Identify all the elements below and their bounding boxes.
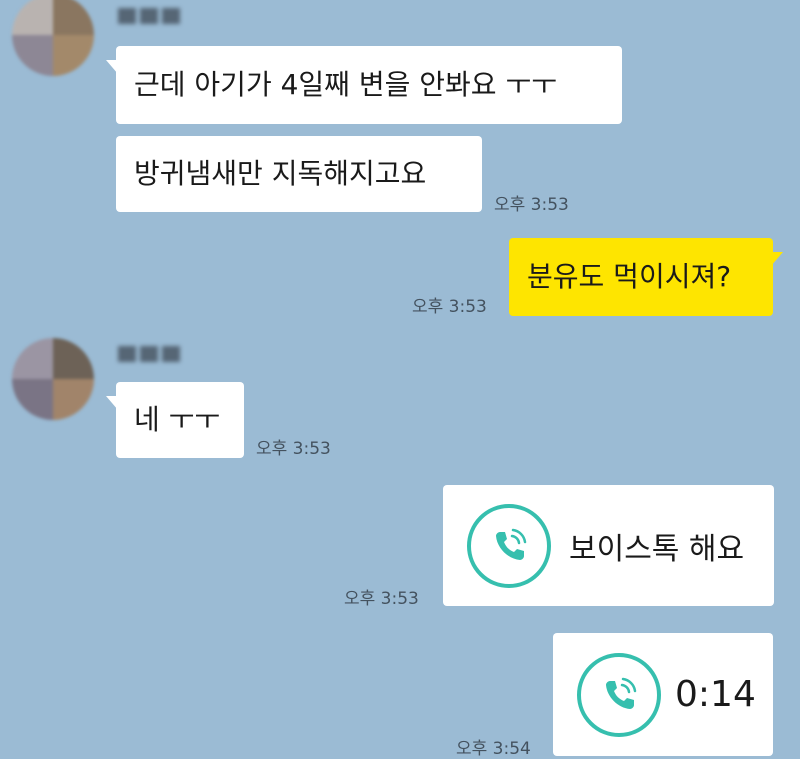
message-time: 오후 3:53 xyxy=(412,297,487,317)
incoming-message[interactable]: 네 ㅜㅜ xyxy=(106,382,244,458)
phone-call-icon xyxy=(577,652,661,737)
message-time: 오후 3:53 xyxy=(494,195,569,215)
sender-avatar[interactable] xyxy=(12,338,94,420)
sender-avatar[interactable] xyxy=(12,0,94,76)
sender-name xyxy=(118,8,180,26)
sender-name xyxy=(118,346,180,364)
call-duration-message[interactable]: 0:14 xyxy=(553,633,773,756)
incoming-message[interactable]: 방귀냄새만 지독해지고요 xyxy=(116,136,482,212)
incoming-message[interactable]: 근데 아기가 4일째 변을 안봐요 ㅜㅜ xyxy=(106,46,622,124)
message-text: 근데 아기가 4일째 변을 안봐요 ㅜㅜ xyxy=(134,68,557,101)
voice-call-label: 보이스톡 해요 xyxy=(569,531,745,567)
message-time: 오후 3:53 xyxy=(256,439,331,459)
message-time: 오후 3:54 xyxy=(456,739,531,759)
message-time: 오후 3:53 xyxy=(344,589,419,609)
message-text: 네 ㅜㅜ xyxy=(134,403,221,436)
voice-call-message[interactable]: 보이스톡 해요 xyxy=(443,485,774,606)
outgoing-message[interactable]: 분유도 먹이시져? xyxy=(509,238,783,316)
call-duration: 0:14 xyxy=(675,674,756,715)
message-text: 방귀냄새만 지독해지고요 xyxy=(134,157,427,190)
phone-call-icon xyxy=(467,503,551,588)
message-text: 분유도 먹이시져? xyxy=(527,260,732,293)
